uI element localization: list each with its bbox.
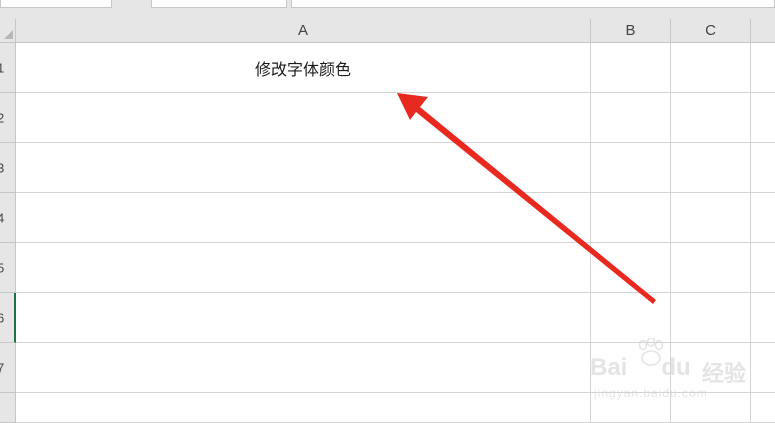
baidu-watermark: Bai du 经验 jingyan.baidu.com bbox=[590, 338, 770, 408]
watermark-sub: 经验 bbox=[702, 362, 747, 387]
watermark-url: jingyan.baidu.com bbox=[594, 386, 708, 400]
watermark-brand: Bai du bbox=[590, 354, 691, 381]
